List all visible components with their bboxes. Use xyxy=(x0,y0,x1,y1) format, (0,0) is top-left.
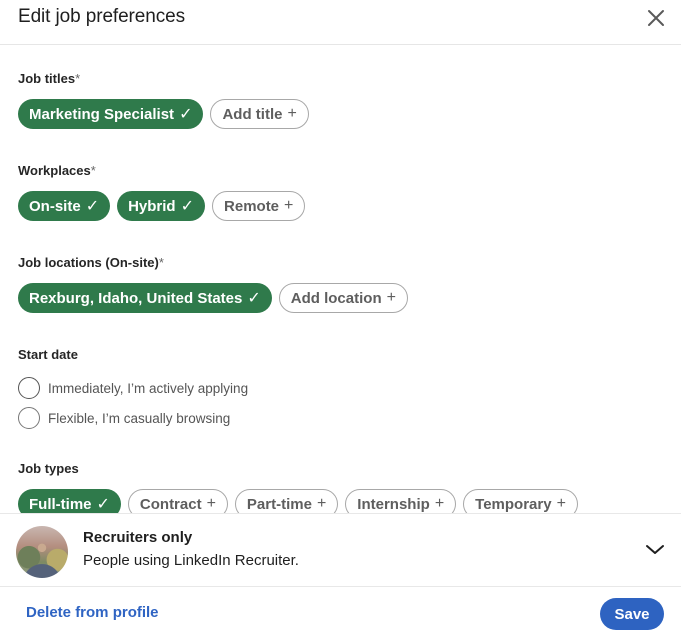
chip-label: Full-time xyxy=(29,495,92,513)
radio-immediately[interactable]: Immediately, I’m actively applying xyxy=(18,377,248,399)
chip-remote[interactable]: Remote + xyxy=(212,191,306,221)
chip-part-time[interactable]: Part-time + xyxy=(234,489,339,513)
chip-hybrid[interactable]: Hybrid ✓ xyxy=(117,191,206,221)
radio-button[interactable] xyxy=(18,407,40,429)
chip-label: Add location xyxy=(290,289,382,307)
plus-icon: + xyxy=(556,495,566,512)
modal-title: Edit job preferences xyxy=(18,6,185,27)
avatar xyxy=(16,526,68,578)
radio-flexible[interactable]: Flexible, I’m casually browsing xyxy=(18,407,230,429)
job-titles-label: Job titles* xyxy=(18,71,80,86)
plus-icon: + xyxy=(434,495,445,512)
chip-label: Remote xyxy=(224,197,280,215)
checkmark-icon: ✓ xyxy=(96,496,110,513)
chip-label: Part-time xyxy=(246,495,312,513)
radio-label: Flexible, I’m casually browsing xyxy=(48,410,231,426)
visibility-subtitle: People using LinkedIn Recruiter. xyxy=(83,552,299,569)
delete-from-profile-link[interactable]: Delete from profile xyxy=(26,604,159,621)
chip-label: Hybrid xyxy=(128,197,176,215)
job-types-chips: Full-time ✓ Contract + Part-time + Internsh… xyxy=(18,489,578,513)
chip-label: Rexburg, Idaho, United States xyxy=(29,289,243,307)
visibility-title: Recruiters only xyxy=(83,529,193,546)
checkmark-icon: ✓ xyxy=(85,198,100,215)
job-locations-label: Job locations (On-site)* xyxy=(18,255,164,270)
modal-footer: Delete from profile Save xyxy=(0,588,681,630)
checkmark-icon: ✓ xyxy=(180,198,195,215)
workplaces-label-text: Workplaces xyxy=(18,163,91,178)
required-mark: * xyxy=(90,163,96,178)
start-date-label: Start date xyxy=(18,347,78,362)
radio-label: Immediately, I’m actively applying xyxy=(48,380,249,396)
close-icon[interactable] xyxy=(645,7,667,29)
job-locations-chips: Rexburg, Idaho, United States ✓ Add locat… xyxy=(18,283,408,313)
chip-label: Marketing Specialist xyxy=(29,105,175,123)
plus-icon: + xyxy=(287,105,297,122)
chip-internship[interactable]: Internship + xyxy=(345,489,457,513)
checkmark-icon: ✓ xyxy=(179,106,193,123)
save-button[interactable]: Save xyxy=(600,598,664,630)
required-mark: * xyxy=(158,255,164,270)
chip-on-site[interactable]: On-site ✓ xyxy=(18,191,111,221)
chip-label: Add title xyxy=(222,105,283,123)
job-titles-chips: Marketing Specialist ✓ Add title + xyxy=(18,99,309,129)
plus-icon: + xyxy=(316,495,327,512)
plus-icon: + xyxy=(386,289,396,306)
required-mark: * xyxy=(75,71,81,86)
job-titles-label-text: Job titles xyxy=(18,71,76,86)
chip-label: Contract xyxy=(139,495,202,513)
checkmark-icon: ✓ xyxy=(247,290,261,307)
chip-rexburg[interactable]: Rexburg, Idaho, United States ✓ xyxy=(18,283,272,313)
chip-label: Internship xyxy=(357,495,430,513)
chip-full-time[interactable]: Full-time ✓ xyxy=(18,489,121,513)
job-types-label: Job types xyxy=(18,461,79,476)
add-title-button[interactable]: Add title + xyxy=(210,99,309,129)
workplaces-chips: On-site ✓ Hybrid ✓ Remote + xyxy=(18,191,306,221)
chip-marketing-specialist[interactable]: Marketing Specialist ✓ xyxy=(18,99,204,129)
visibility-selector[interactable]: Recruiters only People using LinkedIn Re… xyxy=(0,513,681,587)
plus-icon: + xyxy=(284,197,294,214)
workplaces-label: Workplaces* xyxy=(18,163,96,178)
modal-header: Edit job preferences xyxy=(0,0,681,45)
chip-label: On-site xyxy=(29,197,81,215)
add-location-button[interactable]: Add location + xyxy=(278,283,408,313)
chip-temporary[interactable]: Temporary + xyxy=(463,489,578,513)
radio-button[interactable] xyxy=(18,377,40,399)
plus-icon: + xyxy=(206,495,216,512)
job-types-clip: Full-time ✓ Contract + Part-time + Internsh… xyxy=(0,480,681,513)
chip-contract[interactable]: Contract + xyxy=(127,489,228,513)
chip-label: Temporary xyxy=(475,495,552,513)
job-locations-label-text: Job locations (On-site) xyxy=(18,255,159,270)
chevron-down-icon[interactable] xyxy=(645,543,665,557)
